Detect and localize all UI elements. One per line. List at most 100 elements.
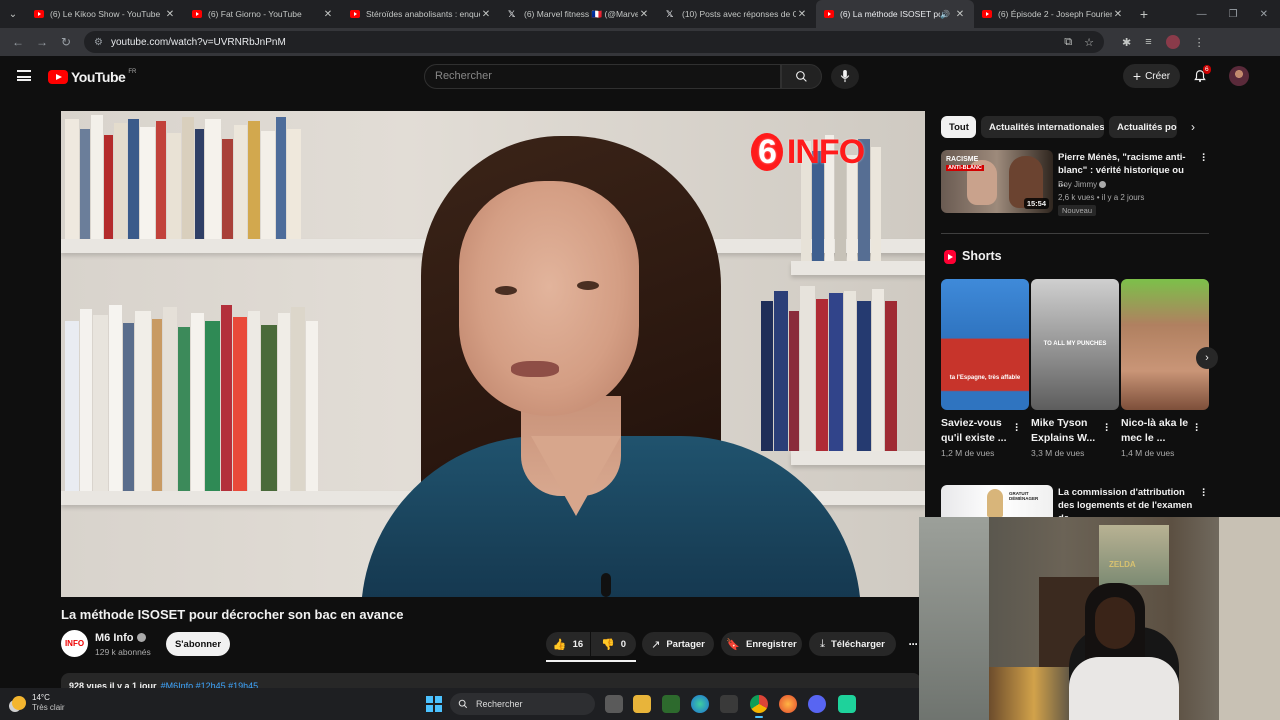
- more-options-icon[interactable]: · · ·: [1199, 485, 1209, 502]
- nvidia-icon[interactable]: [662, 695, 680, 713]
- browser-tab[interactable]: 𝕏 (6) Marvel fitness 🇫🇷 (@Marvel_ ✕: [500, 0, 658, 28]
- back-arrow-icon[interactable]: ←: [6, 35, 30, 49]
- lapel-microphone: [601, 573, 611, 597]
- browser-tab[interactable]: 𝕏 (10) Posts avec réponses de Ch ✕: [658, 0, 816, 28]
- short-thumbnail[interactable]: ta l'Espagne, très affable: [941, 279, 1029, 410]
- poster-text: ZELDA: [1109, 560, 1136, 569]
- short-title[interactable]: Saviez-vous qu'il existe ...: [941, 416, 1013, 446]
- voice-search-button[interactable]: [831, 64, 859, 89]
- chip-tout[interactable]: Tout: [941, 116, 976, 138]
- close-window-icon[interactable]: ✕: [1260, 9, 1268, 20]
- youtube-icon: [350, 10, 360, 18]
- tab-title: Stéroïdes anabolisants : enquête: [366, 9, 480, 19]
- hamburger-menu-icon[interactable]: [17, 70, 31, 81]
- tab-close-icon[interactable]: ✕: [164, 9, 176, 20]
- more-options-icon[interactable]: · · ·: [1199, 150, 1209, 167]
- discord-icon[interactable]: [808, 695, 826, 713]
- save-button[interactable]: 🔖 Enregistrer: [721, 632, 802, 656]
- recommended-video-thumbnail[interactable]: RACISME ANTI-BLANC 15:54: [941, 150, 1053, 213]
- shorts-next-chevron-icon[interactable]: ›: [1196, 347, 1218, 369]
- minimize-icon[interactable]: —: [1197, 9, 1207, 20]
- youtube-header: YouTube FR Rechercher + Créer 6: [0, 56, 1270, 98]
- dislike-button[interactable]: 👎 0: [591, 632, 636, 656]
- tab-title: (6) La méthode ISOSET pou: [840, 9, 941, 19]
- browser-tab[interactable]: (6) Épisode 2 - Joseph Fourier ✕: [974, 0, 1132, 28]
- speaker-icon[interactable]: 🔊: [940, 10, 950, 19]
- shorts-heading: Shorts: [962, 249, 1002, 263]
- tab-close-icon[interactable]: ✕: [638, 9, 650, 20]
- restore-icon[interactable]: ❐: [1229, 9, 1238, 20]
- book-row: [65, 111, 301, 239]
- account-avatar[interactable]: [1229, 66, 1249, 86]
- chip-actualites-internationales[interactable]: Actualités internationales: [981, 116, 1104, 138]
- tab-title: (10) Posts avec réponses de Ch: [682, 9, 796, 19]
- edge-icon[interactable]: [691, 695, 709, 713]
- channel-name[interactable]: M6 Info: [95, 632, 146, 644]
- store-icon[interactable]: [720, 695, 738, 713]
- recommended-video-thumbnail[interactable]: GRATUIT DÉMÉNAGER: [941, 485, 1053, 517]
- partly-sunny-icon: [12, 696, 26, 710]
- thumbs-up-icon: 👍: [552, 638, 567, 651]
- short-views: 1,2 M de vues: [941, 448, 995, 458]
- more-options-icon[interactable]: · · ·: [1012, 420, 1022, 437]
- tab-close-icon[interactable]: ✕: [322, 9, 334, 20]
- short-thumbnail[interactable]: [1121, 279, 1209, 410]
- site-info-icon[interactable]: ⚙: [94, 37, 103, 48]
- youtube-icon: [192, 10, 202, 18]
- tab-close-icon[interactable]: ✕: [954, 9, 966, 20]
- windows-start-icon[interactable]: [426, 696, 442, 712]
- new-tab-button[interactable]: +: [1132, 6, 1156, 22]
- share-button[interactable]: ↗ Partager: [642, 632, 714, 656]
- extensions-icon[interactable]: ✱: [1122, 36, 1131, 49]
- book-row: [65, 301, 318, 491]
- download-icon: ⤓: [820, 637, 825, 650]
- file-explorer-icon[interactable]: [633, 695, 651, 713]
- weather-widget[interactable]: 14°C Très clair: [12, 693, 65, 713]
- subscribe-button[interactable]: S'abonner: [166, 632, 230, 656]
- channel-avatar[interactable]: INFO: [61, 630, 88, 657]
- task-view-icon[interactable]: [605, 695, 623, 713]
- tab-close-icon[interactable]: ✕: [796, 9, 808, 20]
- tab-close-icon[interactable]: ✕: [1112, 9, 1124, 20]
- like-button[interactable]: 👍 16: [546, 632, 590, 656]
- bookmark-star-icon[interactable]: ☆: [1084, 36, 1094, 49]
- subscriber-count: 129 k abonnés: [95, 647, 151, 657]
- search-input[interactable]: Rechercher: [424, 64, 781, 89]
- verified-icon: [1099, 181, 1107, 188]
- reading-list-icon[interactable]: ≡: [1145, 36, 1151, 48]
- firefox-icon[interactable]: [779, 695, 797, 713]
- short-thumbnail[interactable]: TO ALL MY PUNCHES: [1031, 279, 1119, 410]
- browser-tab[interactable]: (6) Le Kikoo Show - YouTube ✕: [26, 0, 184, 28]
- profile-icon[interactable]: [1165, 35, 1180, 49]
- more-options-icon[interactable]: · · ·: [1192, 420, 1202, 437]
- temperature: 14°C: [32, 693, 50, 702]
- tab-search-icon[interactable]: ⌄: [0, 0, 26, 28]
- chevron-right-icon[interactable]: ›: [1184, 118, 1202, 136]
- address-bar[interactable]: ⚙ youtube.com/watch?v=UVRNRbJnPnM ⧉ ☆: [84, 31, 1104, 53]
- browser-tab[interactable]: (6) Fat Giorno - YouTube ✕: [184, 0, 342, 28]
- chrome-icon[interactable]: [750, 695, 768, 718]
- browser-tab-active[interactable]: (6) La méthode ISOSET pou 🔊 ✕: [816, 0, 974, 28]
- create-button[interactable]: + Créer: [1123, 64, 1180, 88]
- forward-arrow-icon[interactable]: →: [30, 35, 54, 49]
- short-title[interactable]: Mike Tyson Explains W...: [1031, 416, 1103, 446]
- recommended-channel[interactable]: Boy Jimmy: [1058, 180, 1107, 189]
- app-icon[interactable]: [838, 695, 856, 713]
- download-button[interactable]: ⤓ Télécharger: [809, 632, 896, 656]
- short-title[interactable]: Nico-là aka le mec le ...: [1121, 416, 1193, 446]
- shorts-icon: [944, 250, 956, 264]
- tab-close-icon[interactable]: ✕: [480, 9, 492, 20]
- youtube-logo[interactable]: YouTube FR: [48, 69, 136, 85]
- browser-tab[interactable]: Stéroïdes anabolisants : enquête ✕: [342, 0, 500, 28]
- taskbar-search[interactable]: Rechercher: [450, 693, 595, 715]
- search-button[interactable]: [781, 64, 822, 89]
- more-options-icon[interactable]: · · ·: [1102, 420, 1112, 437]
- menu-dots-icon[interactable]: ⋮: [1194, 36, 1205, 49]
- m6-info-watermark: 6 INFO: [751, 133, 865, 172]
- short-views: 1,4 M de vues: [1121, 448, 1175, 458]
- video-player[interactable]: 6 INFO: [61, 111, 925, 597]
- chip-actualites-politiques[interactable]: Actualités po: [1109, 116, 1177, 138]
- tab-title: (6) Le Kikoo Show - YouTube: [50, 9, 161, 19]
- reload-icon[interactable]: ↻: [54, 35, 78, 49]
- cast-icon[interactable]: ⧉: [1064, 36, 1072, 49]
